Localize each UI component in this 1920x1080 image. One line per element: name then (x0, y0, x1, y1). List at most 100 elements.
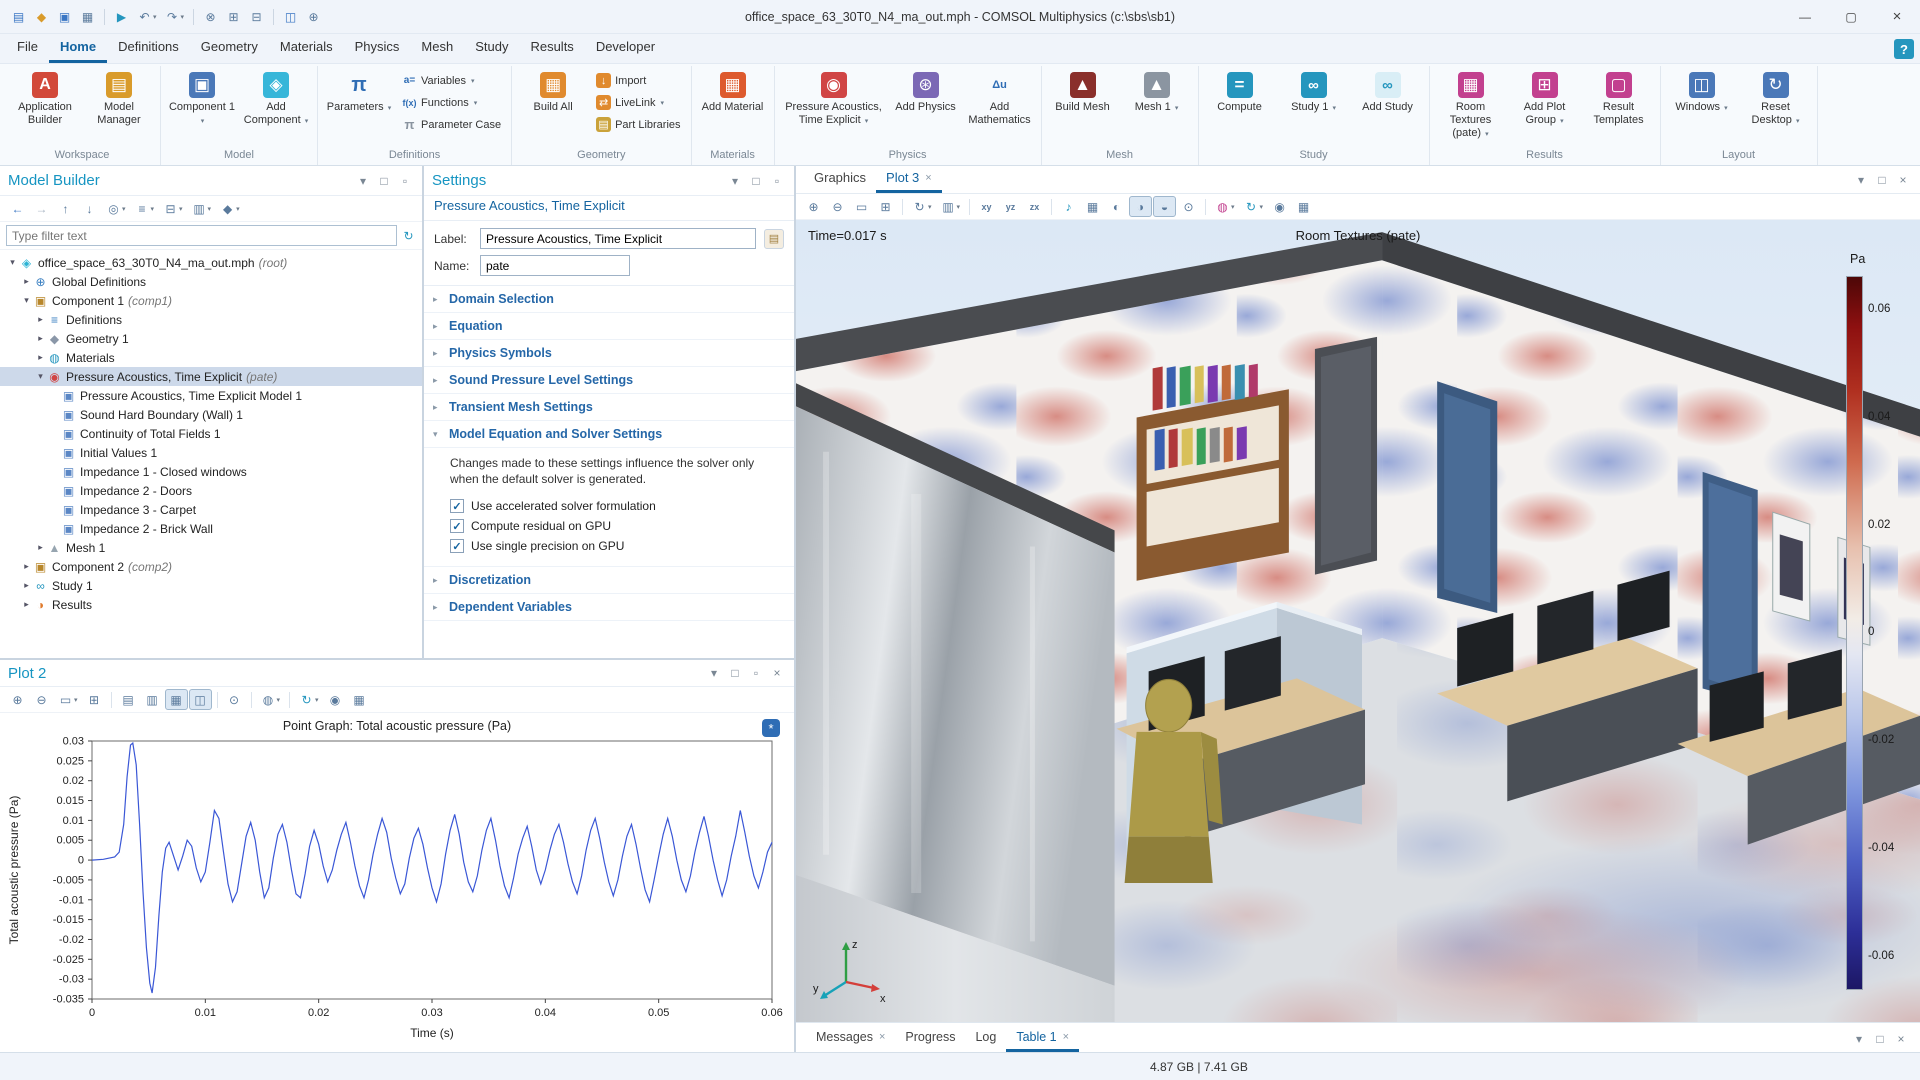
tree-item-results[interactable]: ▸ ◑ Results (0, 595, 422, 614)
nav-forward-button[interactable]: → (30, 198, 53, 219)
ribbon-add-component-button[interactable]: ◈ Add Component ▾ (240, 68, 312, 129)
menu-study[interactable]: Study (464, 34, 519, 63)
panel-menu-button[interactable]: ▾ (726, 172, 744, 190)
move-down-button[interactable]: ↓ (78, 198, 101, 219)
tree-item-component-2[interactable]: ▸ ▣ Component 2 (comp2) (0, 557, 422, 576)
tag-button[interactable]: ◆ ▾ (216, 198, 244, 219)
graphics-canvas[interactable]: Time=0.017 s Room Textures (pate) Pa 0.0… (796, 220, 1920, 1022)
new-file-button[interactable]: ▤ (8, 7, 29, 26)
selection-mode-button[interactable]: ◒ (1153, 196, 1177, 217)
tree-item-mesh-1[interactable]: ▸ ▲ Mesh 1 (0, 538, 422, 557)
save-button[interactable]: ▣ (54, 7, 75, 26)
minimize-button[interactable]: — (1782, 0, 1828, 33)
ribbon-add-mathematics-button[interactable]: Δu Add Mathematics (964, 68, 1036, 129)
panel-pin-button[interactable]: ▫ (768, 172, 786, 190)
sound-toggle-button[interactable]: ♪ (1057, 196, 1080, 217)
panel-pin-button[interactable]: ▫ (747, 664, 765, 682)
section-model-equation-and-solver-settings[interactable]: ▾ Model Equation and Solver Settings (424, 421, 794, 448)
ribbon-reset-desktop-button[interactable]: ↻ Reset Desktop ▾ (1740, 68, 1812, 129)
print-button[interactable]: ▦ (1292, 196, 1315, 217)
ribbon-import-button[interactable]: ↓ Import (591, 71, 685, 90)
tab-graphics[interactable]: Graphics (804, 166, 876, 193)
yz-view-button[interactable]: yz (999, 196, 1022, 217)
section-sound-pressure-level-settings[interactable]: ▸ Sound Pressure Level Settings (424, 367, 794, 394)
redo-button[interactable]: ↷ ▾ (162, 7, 188, 26)
ribbon-compute-button[interactable]: = Compute (1204, 68, 1276, 116)
move-up-button[interactable]: ↑ (54, 198, 77, 219)
panel-menu-button[interactable]: ▾ (705, 664, 723, 682)
tab-log[interactable]: Log (965, 1026, 1006, 1052)
tree-item-continuity-of-total-fields-1[interactable]: ▣ Continuity of Total Fields 1 (0, 424, 422, 443)
show-button[interactable]: ◎ ▾ (102, 198, 130, 219)
show-grid-button[interactable]: ▦ (1081, 196, 1104, 217)
ribbon-add-physics-button[interactable]: ⊛ Add Physics (890, 68, 962, 116)
tree-item-office-space-63-30t0-n4-ma-out-mph[interactable]: ▾ ◈ office_space_63_30T0_N4_ma_out.mph (roo… (0, 253, 422, 272)
rename-label-button[interactable]: ▤ (764, 228, 784, 249)
zoom-extents-button[interactable]: ⊞ (83, 689, 106, 710)
show-frame-button[interactable]: ◫ (188, 689, 212, 710)
ribbon-mesh-1-button[interactable]: ▲ Mesh 1 ▾ (1121, 68, 1193, 116)
ribbon-build-all-button[interactable]: ▦ Build All (517, 68, 589, 116)
label-input[interactable] (480, 228, 756, 249)
print-button[interactable]: ▦ (77, 7, 98, 26)
panel-float-button[interactable]: □ (747, 172, 765, 190)
zoom-qat-button[interactable]: ⊕ (303, 7, 324, 26)
lock-axes-button[interactable]: ⊙ (223, 689, 246, 710)
menu-mesh[interactable]: Mesh (410, 34, 464, 63)
tree-settings-button[interactable]: ≡ ▾ (131, 198, 159, 219)
panel-close-button[interactable]: × (1892, 1030, 1910, 1048)
tree-item-definitions[interactable]: ▸ ≡ Definitions (0, 310, 422, 329)
panel-float-button[interactable]: □ (1873, 171, 1891, 189)
zoom-in-button[interactable]: ⊕ (6, 689, 29, 710)
zx-view-button[interactable]: zx (1023, 196, 1046, 217)
help-button[interactable]: ? (1894, 39, 1914, 59)
ribbon-add-study-button[interactable]: ∞ Add Study (1352, 68, 1424, 116)
show-material-color-button[interactable]: ◐ (1105, 196, 1128, 217)
ribbon-pressure-acoustics-time-explicit-button[interactable]: ◉ Pressure Acoustics, Time Explicit ▾ (780, 68, 888, 129)
panel-float-button[interactable]: □ (726, 664, 744, 682)
panel-menu-button[interactable]: ▾ (1852, 171, 1870, 189)
tree-item-materials[interactable]: ▸ ◍ Materials (0, 348, 422, 367)
tree-item-initial-values-1[interactable]: ▣ Initial Values 1 (0, 443, 422, 462)
open-file-button[interactable]: ◆ (31, 7, 52, 26)
color-settings-button[interactable]: ◍ ▾ (1211, 196, 1239, 217)
tree-item-impedance-2-brick-wall[interactable]: ▣ Impedance 2 - Brick Wall (0, 519, 422, 538)
section-domain-selection[interactable]: ▸ Domain Selection (424, 286, 794, 313)
ribbon-parameters-button[interactable]: π Parameters ▾ (323, 68, 395, 116)
checkbox-use-single-precision-on-gpu[interactable]: ✓ Use single precision on GPU (450, 536, 782, 556)
ribbon-variables-button[interactable]: a= Variables ▾ (397, 71, 506, 90)
ribbon-build-mesh-button[interactable]: ▲ Build Mesh (1047, 68, 1119, 116)
show-grid-button[interactable]: ▦ (164, 689, 188, 710)
comsol-logo-icon[interactable]: * (762, 719, 780, 737)
ribbon-livelink-button[interactable]: ⇄ LiveLink ▾ (591, 93, 685, 112)
plot-while-solving-button[interactable]: ◑ (1129, 196, 1153, 217)
close-tab-icon[interactable]: × (879, 1031, 885, 1043)
tree-item-impedance-3-carpet[interactable]: ▣ Impedance 3 - Carpet (0, 500, 422, 519)
close-tab-icon[interactable]: × (925, 172, 931, 184)
windows-qat-button[interactable]: ◫ (280, 7, 301, 26)
zoom-out-button[interactable]: ⊖ (826, 196, 849, 217)
menu-file[interactable]: File (6, 34, 49, 63)
print-button[interactable]: ▦ (348, 689, 371, 710)
tree-item-sound-hard-boundary-wall-1[interactable]: ▣ Sound Hard Boundary (Wall) 1 (0, 405, 422, 424)
checkbox-use-accelerated-solver-formulation[interactable]: ✓ Use accelerated solver formulation (450, 496, 782, 516)
panel-float-button[interactable]: □ (1871, 1030, 1889, 1048)
tab-messages[interactable]: Messages × (806, 1026, 895, 1052)
tree-item-pressure-acoustics-time-explicit-model-1[interactable]: ▣ Pressure Acoustics, Time Explicit Model… (0, 386, 422, 405)
filter-input[interactable] (6, 225, 397, 246)
view-options-button[interactable]: ▥ ▾ (937, 196, 965, 217)
close-button[interactable]: × (1874, 0, 1920, 33)
panel-menu-button[interactable]: ▾ (1850, 1030, 1868, 1048)
ribbon-model-manager-button[interactable]: ▤ Model Manager (83, 68, 155, 129)
section-transient-mesh-settings[interactable]: ▸ Transient Mesh Settings (424, 394, 794, 421)
menu-results[interactable]: Results (519, 34, 584, 63)
cut-button[interactable]: ⊗ (200, 7, 221, 26)
plot2-chart-area[interactable]: Point Graph: Total acoustic pressure (Pa… (0, 713, 794, 1052)
tab-progress[interactable]: Progress (895, 1026, 965, 1052)
ribbon-study-1-button[interactable]: ∞ Study 1 ▾ (1278, 68, 1350, 116)
menu-home[interactable]: Home (48, 34, 108, 63)
section-discretization[interactable]: ▸ Discretization (424, 567, 794, 595)
lock-view-button[interactable]: ⊙ (1177, 196, 1200, 217)
copy-button[interactable]: ⊞ (223, 7, 244, 26)
image-settings-button[interactable]: ◍ ▾ (257, 689, 285, 710)
